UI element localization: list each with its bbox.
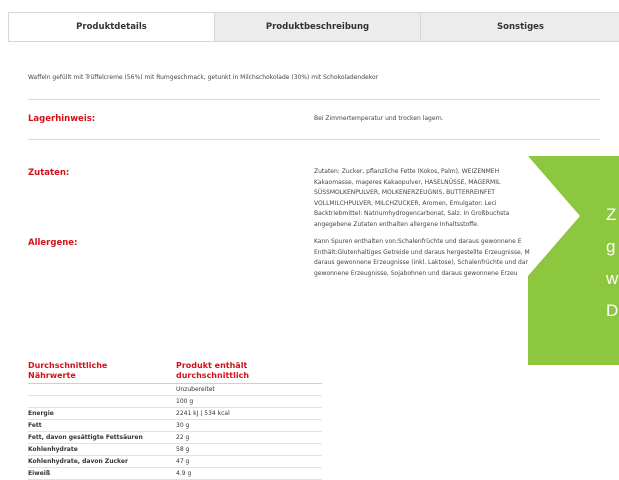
allergens-line: gewonnene Erzeugnisse, Sojabohnen und da…: [314, 269, 518, 277]
table-row: Energie 2241 kJ | 534 kcal: [28, 407, 322, 420]
promo-letter: w: [605, 269, 619, 288]
allergens-label: Allergene:: [28, 238, 78, 248]
allergens-text: Kann Spuren enthalten von:Schalenfrüchte…: [314, 237, 530, 279]
ingredients-line: Kakaomasse, mageres Kakaopulver, HASELNÜ…: [314, 178, 501, 186]
ingredients-line: angegebene Zutaten enthalten allergene I…: [314, 220, 479, 228]
tab-produktbeschreibung[interactable]: Produktbeschreibung: [215, 13, 421, 41]
nutrition-table: Durchschnittliche Nährwerte Produkt enthä…: [28, 361, 322, 480]
allergens-line: daraus gewonnene Erzeugnisse (inkl. Lakt…: [314, 259, 528, 266]
ingredients-line: SÜSSMOLKENPULVER, MOLKENERZEUGNIS, BUTTE…: [314, 189, 495, 196]
ingredients-line: Backtriebmittel: Natriumhydrogencarbonat…: [314, 210, 510, 217]
storage-label: Lagerhinweis:: [28, 114, 96, 124]
tab-sonstiges[interactable]: Sonstiges: [421, 13, 619, 41]
nutrition-header-value: Produkt enthält durchschnittlich: [150, 361, 322, 384]
product-description: Waffeln gefüllt mit Trüffelcreme (56%) m…: [28, 74, 379, 81]
promo-letter: g: [606, 237, 615, 256]
product-tabs: Produktdetails Produktbeschreibung Sonst…: [8, 12, 619, 42]
table-row: Fett, davon gesättigte Fettsäuren 22 g: [28, 431, 322, 444]
ingredients-text: Zutaten: Zucker, pflanzliche Fette (Koko…: [314, 167, 509, 230]
divider: [28, 139, 600, 140]
ingredients-label: Zutaten:: [28, 168, 70, 178]
table-row: Kohlenhydrate 58 g: [28, 443, 322, 456]
table-row: Fett 30 g: [28, 419, 322, 432]
allergens-line: Enthält:Glutenhaltiges Getreide und dara…: [314, 248, 530, 256]
table-row: Eiweiß 4.9 g: [28, 467, 322, 480]
table-row: Kohlenhydrate, davon Zucker 47 g: [28, 455, 322, 468]
table-row: 100 g: [28, 395, 322, 408]
promo-letter: Z: [606, 205, 616, 224]
nutrition-header-name: Durchschnittliche Nährwerte: [28, 361, 150, 384]
table-row: Unzubereitet: [28, 383, 322, 396]
promo-banner-shape: [528, 156, 619, 365]
promo-banner[interactable]: Z g w D: [528, 156, 619, 365]
divider: [28, 99, 600, 100]
allergens-line: Kann Spuren enthalten von:Schalenfrüchte…: [314, 238, 522, 245]
ingredients-line: VOLLMILCHPULVER, MILCHZUCKER, Aromen, Em…: [314, 199, 497, 207]
promo-letter: D: [606, 301, 618, 320]
storage-value: Bei Zimmertemperatur und trocken lagern.: [314, 115, 444, 122]
tab-produktdetails[interactable]: Produktdetails: [9, 13, 215, 41]
ingredients-line: Zutaten: Zucker, pflanzliche Fette (Koko…: [314, 168, 500, 175]
